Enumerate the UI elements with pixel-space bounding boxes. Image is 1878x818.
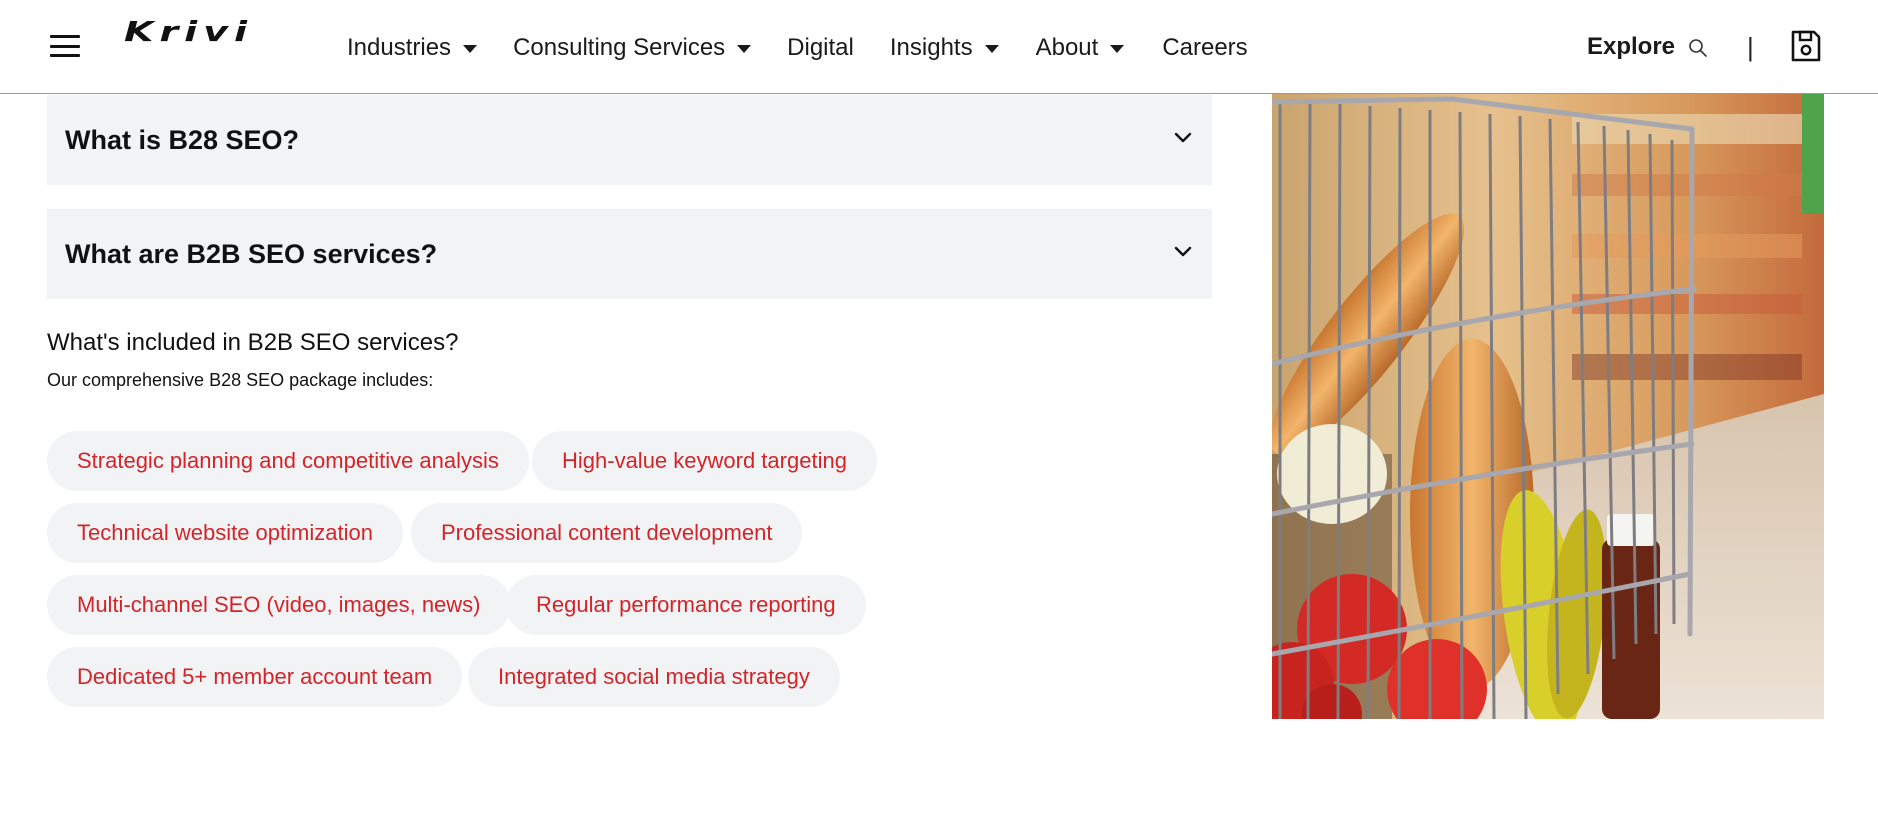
faq-question: What are B2B SEO services? [65, 238, 438, 269]
explore-link[interactable]: Explore [1587, 33, 1675, 61]
faq-accordion-item[interactable]: What is B28 SEO? [47, 95, 1212, 185]
service-tag[interactable]: Professional content development [411, 503, 803, 563]
nav-item-insights[interactable]: Insights [890, 34, 999, 62]
site-header: Krivi Industries Consulting Services Dig… [0, 0, 1878, 94]
service-tag[interactable]: Strategic planning and competitive analy… [47, 431, 529, 491]
nav-item-digital[interactable]: Digital [787, 34, 854, 62]
caret-down-icon [737, 45, 752, 53]
save-icon[interactable] [1790, 29, 1822, 63]
nav-item-label: Industries [347, 34, 452, 61]
faq-accordion-item[interactable]: What are B2B SEO services? [47, 209, 1212, 299]
chevron-down-icon [1174, 246, 1192, 257]
nav-item-careers[interactable]: Careers [1162, 34, 1247, 62]
service-tag[interactable]: Technical website optimization [47, 503, 403, 563]
nav-item-label: Digital [787, 34, 854, 61]
nav-item-about[interactable]: About [1036, 34, 1125, 62]
main-nav: Industries Consulting Services Digital I… [347, 30, 1248, 66]
service-tag[interactable]: High-value keyword targeting [532, 431, 877, 491]
faq-question: What is B28 SEO? [65, 124, 300, 155]
hamburger-menu-icon[interactable] [50, 35, 80, 57]
services-subheading: Our comprehensive B28 SEO package includ… [47, 370, 434, 390]
header-divider: | [1747, 32, 1754, 62]
chevron-down-icon [1174, 132, 1192, 143]
nav-item-consulting-services[interactable]: Consulting Services [513, 34, 752, 62]
caret-down-icon [1110, 45, 1125, 53]
caret-down-icon [463, 45, 478, 53]
nav-item-label: Insights [889, 34, 973, 61]
site-logo[interactable]: Krivi [124, 16, 253, 48]
service-tag[interactable]: Multi-channel SEO (video, images, news) [47, 575, 511, 635]
service-tag[interactable]: Dedicated 5+ member account team [47, 647, 463, 707]
search-icon[interactable] [1688, 38, 1708, 58]
nav-item-label: Consulting Services [513, 34, 726, 61]
service-tag[interactable]: Regular performance reporting [506, 575, 866, 635]
nav-item-label: About [1035, 34, 1099, 61]
nav-item-label: Careers [1162, 34, 1248, 61]
service-tag[interactable]: Integrated social media strategy [468, 647, 840, 707]
nav-item-industries[interactable]: Industries [347, 34, 478, 62]
grocery-cart-photo [1272, 94, 1824, 719]
services-heading: What's included in B2B SEO services? [47, 329, 459, 356]
caret-down-icon [984, 45, 999, 53]
